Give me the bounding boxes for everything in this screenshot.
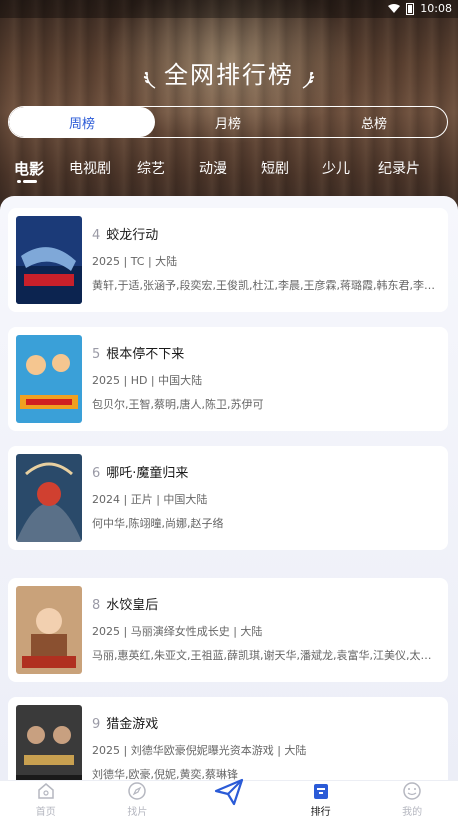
page-title-text: 全网排行榜	[164, 61, 294, 89]
item-title: 猎金游戏	[106, 717, 159, 732]
status-bar: 10:08	[0, 0, 458, 18]
list-item[interactable]: 5 根本停不下来 2025 | HD | 中国大陆 包贝尔,王智,蔡明,唐人,陈卫…	[8, 327, 448, 431]
ranking-list: 4 蛟龙行动 2025 | TC | 大陆 黄轩,于适,张涵予,段奕宏,王俊凯,杜…	[0, 196, 458, 801]
page-title: 全网排行榜	[0, 55, 458, 90]
item-meta: 2025 | HD | 中国大陆	[92, 374, 203, 387]
item-meta: 2025 | TC | 大陆	[92, 255, 178, 268]
tab-all-time[interactable]: 总榜	[301, 107, 447, 137]
item-meta: 2025 | 马丽演绎女性成长史 | 大陆	[92, 625, 263, 638]
laurel-left-icon	[143, 71, 156, 89]
rank-number: 4	[92, 228, 101, 243]
paper-plane-icon	[214, 778, 244, 806]
nav-discover[interactable]: 找片	[92, 781, 184, 820]
item-cast: 何中华,陈翊曈,尚娜,赵子络	[92, 517, 224, 530]
list-item[interactable]: 4 蛟龙行动 2025 | TC | 大陆 黄轩,于适,张涵予,段奕宏,王俊凯,杜…	[8, 208, 448, 312]
poster-image	[16, 335, 82, 423]
category-tabs: 电影 电视剧 综艺 动漫 短剧 少儿 纪录片	[0, 158, 458, 186]
bottom-nav: 首页 找片 排行 我的	[0, 778, 458, 820]
poster-image	[16, 454, 82, 542]
home-icon	[38, 783, 54, 799]
item-title: 根本停不下来	[106, 347, 185, 362]
category-tab-tv[interactable]: 电视剧	[69, 158, 111, 178]
tab-monthly[interactable]: 月榜	[155, 107, 301, 137]
rank-number: 5	[92, 347, 101, 362]
wifi-icon	[388, 3, 401, 13]
category-tab-documentary[interactable]: 纪录片	[378, 158, 420, 178]
category-tab-kids[interactable]: 少儿	[322, 158, 350, 178]
list-item[interactable]: 8 水饺皇后 2025 | 马丽演绎女性成长史 | 大陆 马丽,惠英红,朱亚文,王…	[8, 578, 448, 682]
category-tab-short-drama[interactable]: 短剧	[261, 158, 289, 178]
item-meta: 2024 | 正片 | 中国大陆	[92, 493, 208, 506]
status-time: 10:08	[420, 2, 452, 15]
nav-label: 我的	[402, 807, 423, 818]
nav-profile[interactable]: 我的	[366, 781, 458, 820]
rank-number: 8	[92, 598, 101, 613]
category-tab-variety[interactable]: 综艺	[137, 158, 165, 178]
item-cast: 黄轩,于适,张涵予,段奕宏,王俊凯,杜江,李晨,王彦霖,蒋璐霞,韩东君,李…	[92, 279, 435, 292]
category-active-indicator	[17, 180, 37, 183]
poster-image	[16, 216, 82, 304]
category-tab-movie[interactable]: 电影	[14, 158, 44, 179]
laurel-right-icon	[302, 71, 315, 89]
smile-icon	[403, 782, 421, 800]
item-title: 哪吒·魔童归来	[106, 466, 189, 481]
item-title: 蛟龙行动	[106, 228, 159, 243]
ranking-icon	[313, 784, 328, 799]
poster-image	[16, 586, 82, 674]
nav-label: 排行	[310, 807, 331, 818]
list-item[interactable]: 6 哪吒·魔童归来 2024 | 正片 | 中国大陆 何中华,陈翊曈,尚娜,赵子络	[8, 446, 448, 550]
tab-weekly[interactable]: 周榜	[9, 107, 155, 137]
item-cast: 包贝尔,王智,蔡明,唐人,陈卫,苏伊可	[92, 398, 264, 411]
compass-icon	[128, 782, 147, 800]
battery-icon	[406, 2, 415, 15]
item-cast: 马丽,惠英红,朱亚文,王祖蓝,薛凯琪,谢天华,潘斌龙,袁富华,江美仪,太…	[92, 649, 432, 662]
category-tab-anime[interactable]: 动漫	[199, 158, 227, 178]
item-title: 水饺皇后	[106, 598, 159, 613]
item-meta: 2025 | 刘德华欧豪倪妮曝光资本游戏 | 大陆	[92, 744, 307, 757]
nav-label: 首页	[35, 807, 56, 818]
nav-send[interactable]	[183, 778, 275, 820]
rank-number: 6	[92, 466, 101, 481]
period-tabs: 周榜 月榜 总榜	[8, 106, 448, 138]
nav-ranking[interactable]: 排行	[275, 781, 367, 820]
rank-number: 9	[92, 717, 101, 732]
nav-label: 找片	[127, 807, 148, 818]
nav-home[interactable]: 首页	[0, 781, 92, 820]
